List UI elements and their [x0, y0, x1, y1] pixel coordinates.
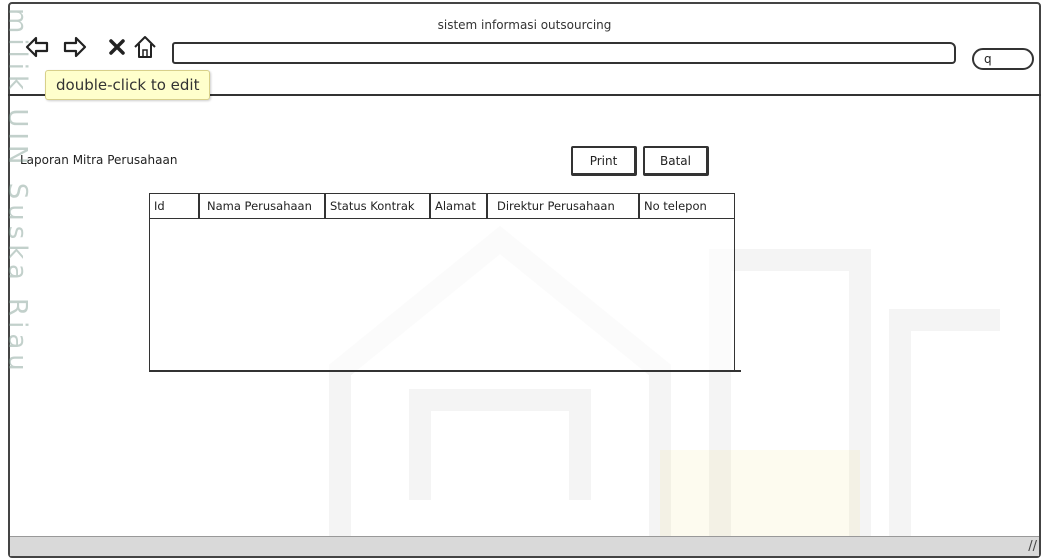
forward-arrow-icon[interactable]	[62, 34, 88, 60]
edit-tooltip: double-click to edit	[45, 70, 211, 100]
column-header-direktur-perusahaan[interactable]: Direktur Perusahaan	[493, 194, 640, 218]
home-icon[interactable]	[132, 34, 158, 60]
watermark-text: milik UIN Suska Riau	[2, 8, 32, 376]
window-title: sistem informasi outsourcing	[437, 18, 612, 32]
resize-grip-icon[interactable]: //	[1021, 539, 1037, 555]
search-icon: q	[984, 52, 992, 66]
print-button[interactable]: Print	[571, 146, 637, 176]
page-title: Laporan Mitra Perusahaan	[20, 153, 178, 167]
cancel-button[interactable]: Batal	[643, 146, 709, 176]
column-header-id[interactable]: Id	[150, 194, 200, 218]
search-field[interactable]: q	[972, 48, 1034, 70]
column-header-no-telepon[interactable]: No telepon	[640, 194, 732, 218]
table-header: Id Nama Perusahaan Status Kontrak Alamat…	[150, 194, 734, 219]
status-bar: //	[10, 536, 1039, 556]
table-bottom-line	[149, 370, 741, 372]
vertical-watermark: milik UIN Suska Riau	[2, 8, 32, 408]
address-bar[interactable]	[172, 42, 956, 64]
close-icon[interactable]	[104, 34, 130, 60]
column-header-status-kontrak[interactable]: Status Kontrak	[326, 194, 431, 218]
column-header-nama-perusahaan[interactable]: Nama Perusahaan	[203, 194, 326, 218]
report-table: Id Nama Perusahaan Status Kontrak Alamat…	[149, 193, 735, 371]
column-header-alamat[interactable]: Alamat	[431, 194, 488, 218]
